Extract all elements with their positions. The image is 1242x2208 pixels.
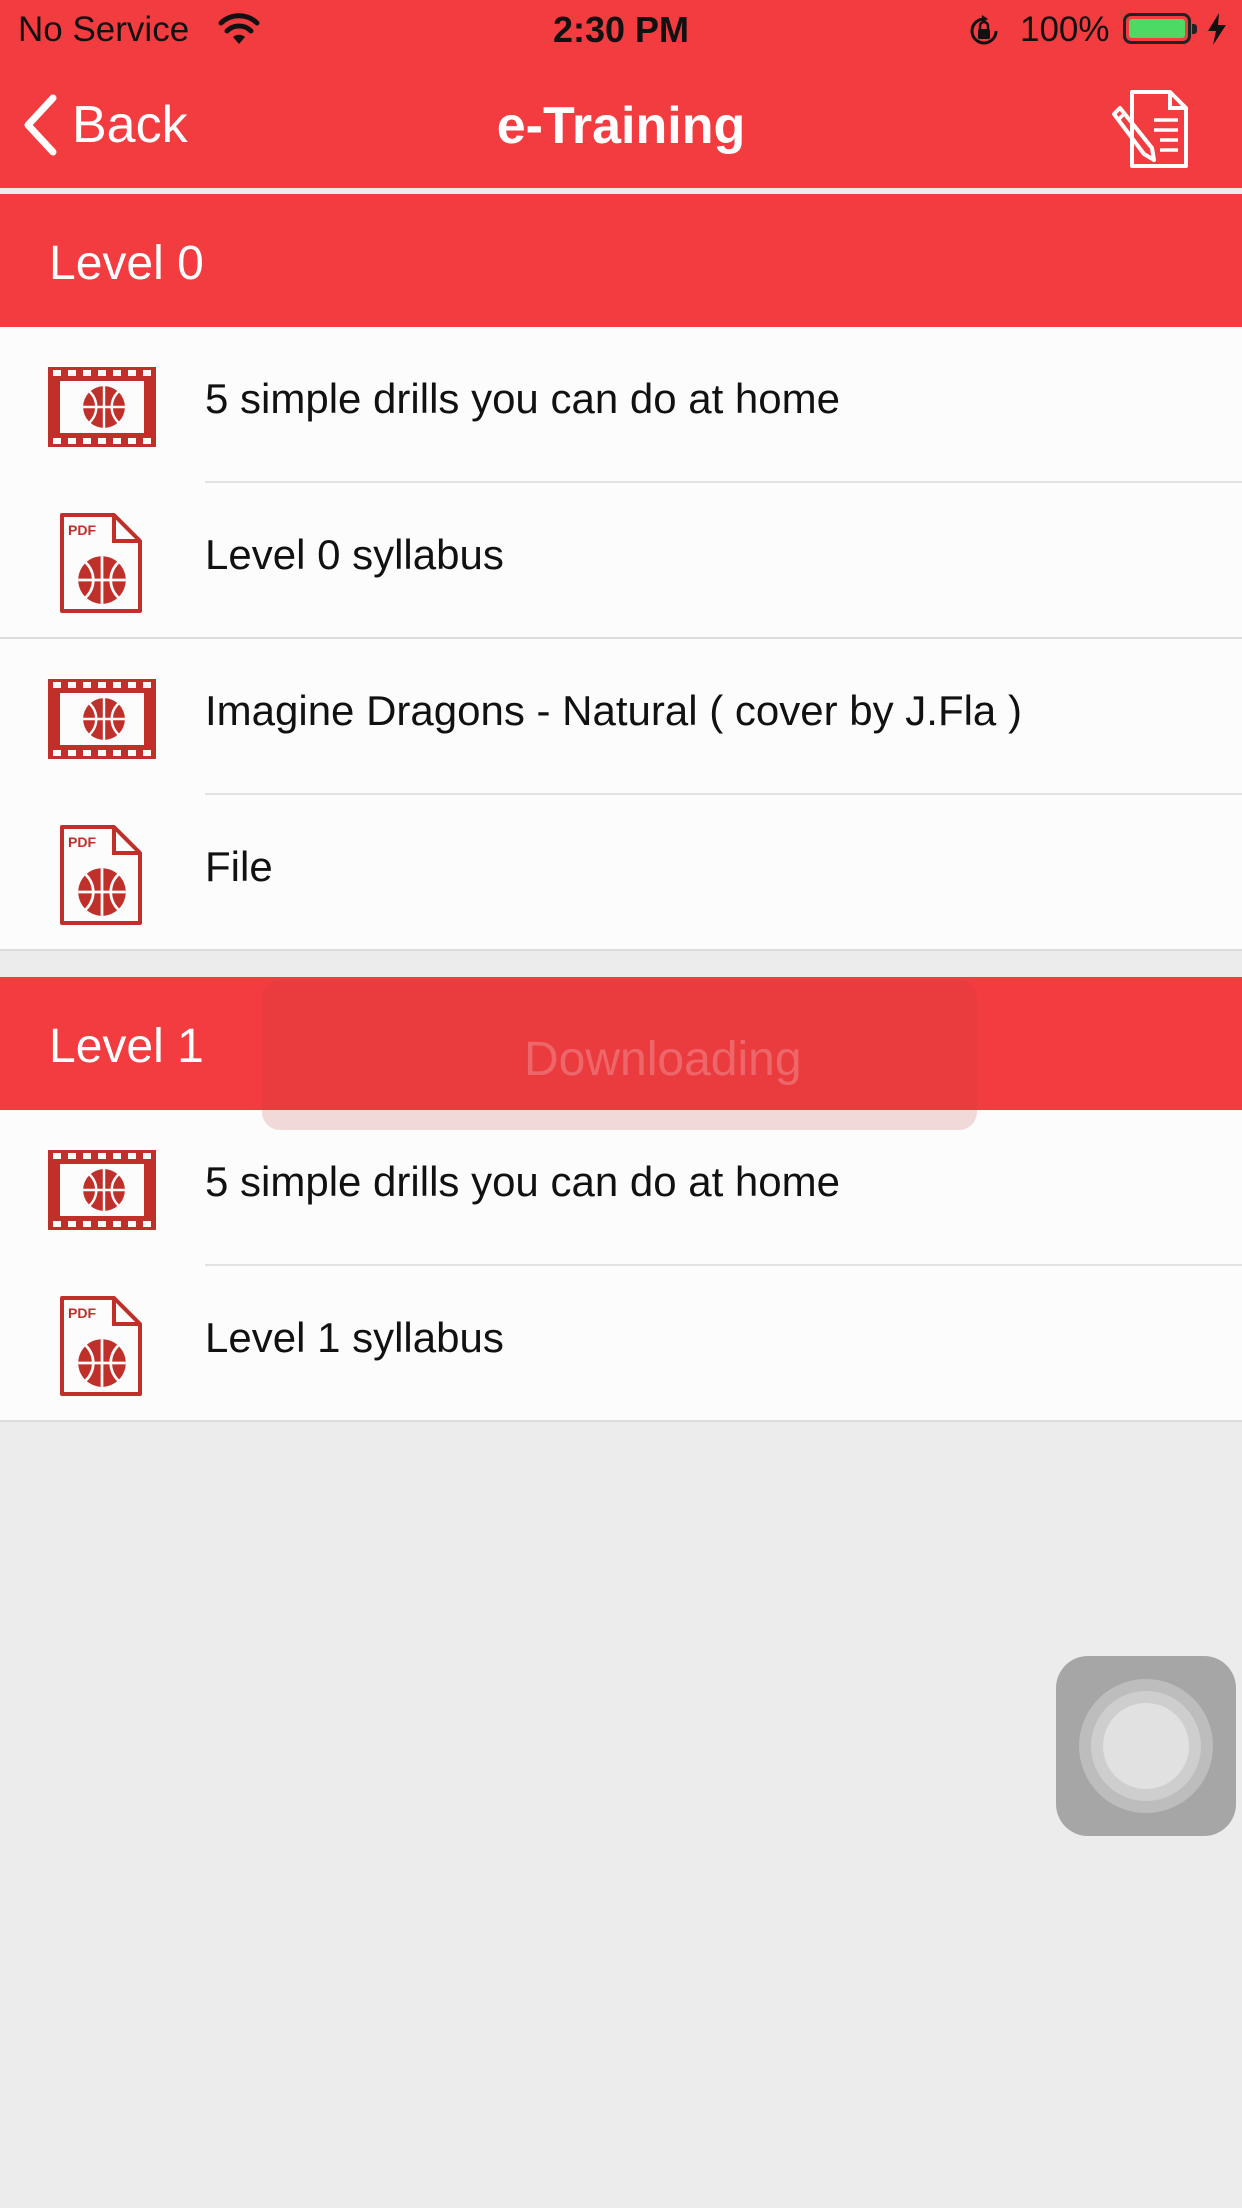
divider: [0, 949, 1242, 951]
pdf-badge: PDF: [68, 1305, 96, 1321]
battery-fill: [1129, 19, 1185, 38]
video-icon: [48, 1150, 156, 1230]
battery-icon: [1123, 13, 1197, 44]
divider: [0, 1420, 1242, 1422]
item-label: 5 simple drills you can do at home: [205, 1158, 840, 1205]
list-item[interactable]: PDF Level 1 syllabus: [0, 1266, 1242, 1422]
list-item[interactable]: PDF File: [0, 795, 1242, 951]
list-item[interactable]: Imagine Dragons - Natural ( cover by J.F…: [0, 639, 1242, 795]
assistive-touch-button[interactable]: [1056, 1656, 1236, 1836]
charging-bolt-icon: [1206, 12, 1228, 51]
video-icon: [48, 679, 156, 759]
pdf-icon: PDF: [60, 825, 142, 925]
list-item[interactable]: 5 simple drills you can do at home: [0, 1110, 1242, 1266]
downloading-label: Downloading: [524, 1033, 802, 1086]
item-label: File: [205, 843, 273, 890]
navigation-bar: Back e-Training: [0, 62, 1242, 188]
pdf-badge: PDF: [68, 522, 96, 538]
page-title: e-Training: [496, 97, 746, 155]
status-bar: No Service 2:30 PM 100%: [0, 0, 1242, 62]
list-item[interactable]: PDF Level 0 syllabus: [0, 483, 1242, 639]
pdf-icon: PDF: [60, 1296, 142, 1396]
top-bar: No Service 2:30 PM 100% Back e-Training: [0, 0, 1242, 190]
item-label: Imagine Dragons - Natural ( cover by J.F…: [205, 687, 1022, 734]
orientation-lock-icon: [966, 13, 1002, 54]
battery-percent: 100%: [1020, 10, 1110, 49]
downloading-overlay: Downloading: [262, 980, 977, 1130]
document-edit-icon: [1112, 90, 1188, 168]
section-title: Level 1: [49, 1020, 204, 1073]
item-label: 5 simple drills you can do at home: [205, 375, 840, 422]
list-item[interactable]: 5 simple drills you can do at home: [0, 327, 1242, 483]
pdf-badge: PDF: [68, 834, 96, 850]
item-label: Level 0 syllabus: [205, 531, 504, 578]
section-title: Level 0: [49, 237, 204, 290]
section-header-level-0: Level 0: [0, 194, 1242, 327]
document-edit-button[interactable]: [1110, 86, 1194, 170]
pdf-icon: PDF: [60, 513, 142, 613]
item-label: Level 1 syllabus: [205, 1314, 504, 1361]
video-icon: [48, 367, 156, 447]
